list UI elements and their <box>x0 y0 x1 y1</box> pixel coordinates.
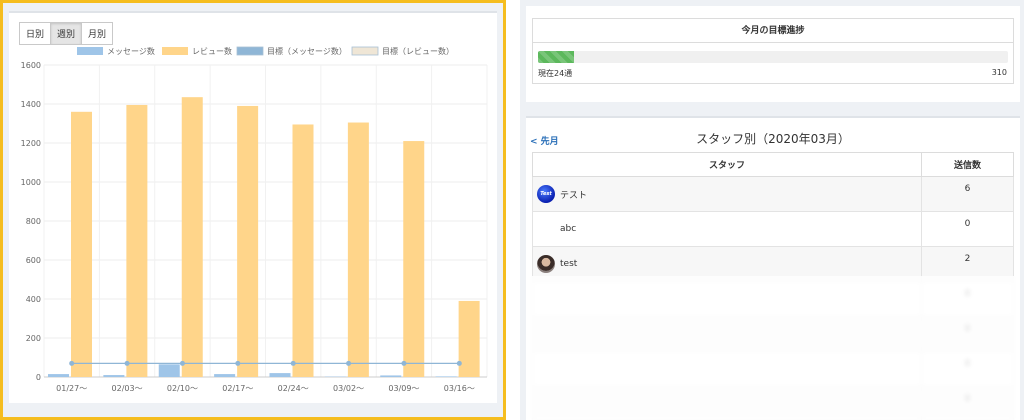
goal-title: 今月の目標進捗 <box>533 19 1013 43</box>
x-tick-label: 01/27〜 <box>56 384 87 393</box>
bar-review <box>126 104 148 377</box>
bar-message <box>380 375 402 377</box>
staff-row: abc 0 <box>532 211 1014 247</box>
target-point <box>456 360 462 366</box>
legend-swatch <box>236 46 264 56</box>
bar-message <box>158 364 180 377</box>
legend-label: レビュー数 <box>192 46 232 56</box>
target-point <box>69 360 75 366</box>
y-tick-label: 200 <box>26 334 41 343</box>
goal-box: 今月の目標進捗 現在24通 310 <box>532 18 1014 84</box>
bar-review <box>71 111 92 378</box>
x-tick-label: 02/24〜 <box>278 384 309 393</box>
target-point <box>346 360 352 366</box>
legend-label: 目標（レビュー数） <box>382 46 454 56</box>
x-tick-label: 03/02〜 <box>333 384 364 393</box>
staff-count: 0 <box>921 211 1014 247</box>
tab-daily[interactable]: 日別 <box>19 22 52 45</box>
legend-swatch <box>351 46 379 56</box>
progress-target-label: 310 <box>991 68 1007 77</box>
x-tick-label: 02/10〜 <box>167 384 198 393</box>
tab-monthly[interactable]: 月別 <box>82 22 114 45</box>
period-tabs: 日別 週別 月別 <box>19 22 114 45</box>
staff-name-cell: abc <box>532 211 922 247</box>
x-tick-label: 02/03〜 <box>112 384 143 393</box>
legend-label: 目標（メッセージ数） <box>267 46 347 56</box>
progress-bar <box>538 51 1008 63</box>
bar-review <box>347 122 369 378</box>
photo-avatar <box>537 255 555 273</box>
staff-count: 6 <box>921 176 1014 212</box>
y-tick-label: 800 <box>26 217 41 226</box>
bar-message <box>269 373 291 377</box>
bar-review <box>237 105 259 377</box>
y-tick-label: 1400 <box>21 100 41 109</box>
y-tick-label: 600 <box>26 256 41 265</box>
bar-chart: メッセージ数 レビュー数 目標（メッセージ数） 目標（レビュー数） 0 200 400 600… <box>21 46 488 393</box>
staff-name: test <box>560 259 578 269</box>
y-tick-label: 1600 <box>21 61 41 70</box>
y-tick-label: 400 <box>26 295 41 304</box>
bar-message <box>48 374 69 377</box>
legend-swatch <box>77 47 103 55</box>
staff-name: テスト <box>560 190 588 201</box>
bar-review <box>458 300 480 377</box>
blurred-overlay <box>526 276 1020 420</box>
goal-card: 今月の目標進捗 現在24通 310 <box>526 6 1020 102</box>
target-point <box>235 360 241 366</box>
staff-card: < 先月 スタッフ別（2020年03月） スタッフ 送信数 Test テスト 6 ab… <box>526 116 1020 420</box>
tab-weekly[interactable]: 週別 <box>51 22 83 45</box>
target-point <box>401 360 407 366</box>
bar-message <box>214 374 236 377</box>
staff-name-cell: Test テスト <box>532 176 922 212</box>
staff-title: スタッフ別（2020年03月） <box>696 132 850 146</box>
legend-swatch <box>162 47 188 55</box>
bar-review <box>181 97 203 378</box>
legend-label: メッセージ数 <box>107 46 155 56</box>
staff-column-header: スタッフ <box>532 152 922 177</box>
progress-current-label: 現在24通 <box>538 69 573 78</box>
bar-review <box>403 141 425 377</box>
bar-message <box>103 375 125 377</box>
target-point <box>179 360 185 366</box>
x-tick-label: 02/17〜 <box>222 384 253 393</box>
weekly-chart-panel: 日別 週別 月別 メッセージ数 レビュー数 目標（メッセージ数） 目標（レビュー数） 0… <box>0 0 506 420</box>
staff-row: Test テスト 6 <box>532 176 1014 212</box>
y-tick-label: 1200 <box>21 139 41 148</box>
count-column-header: 送信数 <box>921 152 1014 177</box>
bar-review <box>292 124 314 377</box>
x-tick-label: 03/16〜 <box>444 384 475 393</box>
y-tick-label: 1000 <box>21 178 41 187</box>
y-tick-label: 0 <box>36 373 41 382</box>
target-point <box>290 360 296 366</box>
staff-name: abc <box>560 224 577 234</box>
chart-card: 日別 週別 月別 メッセージ数 レビュー数 目標（メッセージ数） 目標（レビュー数） 0… <box>9 11 497 403</box>
target-point <box>124 360 130 366</box>
blue-test-avatar: Test <box>537 185 555 203</box>
bar-message <box>435 376 457 377</box>
progress-fill <box>538 51 575 63</box>
x-tick-label: 03/09〜 <box>388 384 419 393</box>
